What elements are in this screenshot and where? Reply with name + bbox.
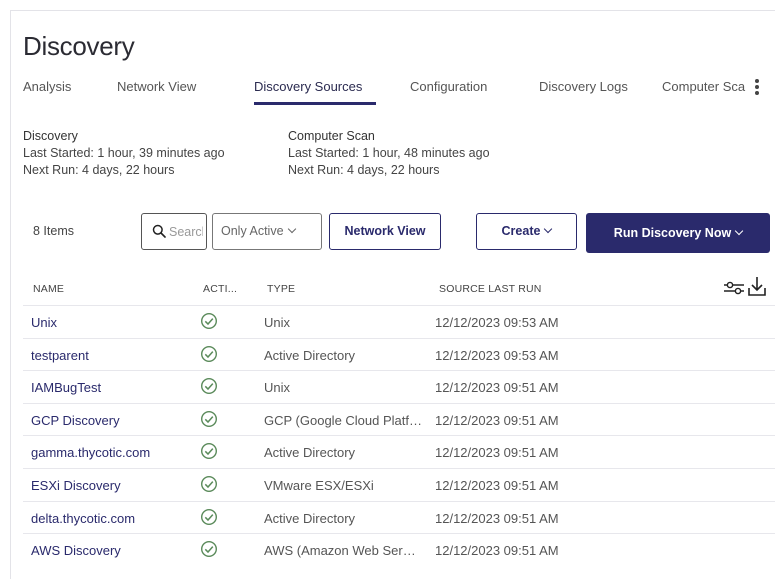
source-name-link[interactable]: AWS Discovery [31,543,121,558]
computer-scan-status-heading: Computer Scan [288,129,375,143]
kebab-vertical-icon[interactable] [752,77,762,97]
active-check-icon [200,378,218,395]
chevron-down-icon [734,226,744,236]
source-last-run: 12/12/2023 09:51 AM [435,477,559,493]
source-type: Active Directory [264,510,356,526]
run-discovery-now-label: Run Discovery Now [613,226,732,240]
table-tools [723,276,773,300]
active-tab-indicator [254,102,376,105]
discovery-status-heading: Discovery [23,129,78,143]
active-check-icon [200,410,218,427]
table-row[interactable]: delta.thycotic.com Active Directory 12/1… [23,500,775,534]
active-check-icon [200,345,218,362]
table-row[interactable]: Unix Unix 12/12/2023 09:53 AM [23,305,775,338]
tab-configuration[interactable]: Configuration [410,77,487,97]
source-name-link[interactable]: gamma.thycotic.com [31,445,150,460]
column-header-active[interactable]: ACTI... [203,283,237,295]
source-last-run: 12/12/2023 09:51 AM [435,510,559,526]
tab-network-view[interactable]: Network View [117,77,196,97]
discovery-next-run: Next Run: 4 days, 22 hours [23,163,175,177]
chevron-down-icon [544,224,553,234]
source-type: Active Directory [264,347,356,363]
source-name-link[interactable]: testparent [31,348,89,363]
source-last-run: 12/12/2023 09:51 AM [435,412,559,428]
active-check-icon [200,443,218,460]
tab-discovery-logs[interactable]: Discovery Logs [539,77,628,97]
column-header-name[interactable]: NAME [33,283,64,295]
source-name-link[interactable]: IAMBugTest [31,380,101,395]
source-type: AWS (Amazon Web Services) [264,543,422,559]
table-row[interactable]: testparent Active Directory 12/12/2023 0… [23,337,775,371]
computer-scan-last-started: Last Started: 1 hour, 48 minutes ago [288,146,490,160]
discovery-page: Discovery Analysis Network View Discover… [10,10,775,579]
computer-scan-next-run: Next Run: 4 days, 22 hours [288,163,440,177]
source-type: Unix [264,380,291,396]
column-settings-icon[interactable] [723,279,745,297]
item-count: 8 Items [33,224,74,238]
source-name-link[interactable]: ESXi Discovery [31,478,121,493]
search-input[interactable] [169,223,203,241]
column-header-type[interactable]: TYPE [267,283,295,295]
run-discovery-now-button[interactable]: Run Discovery Now [586,213,770,253]
table-row[interactable]: GCP Discovery GCP (Google Cloud Platform… [23,402,775,436]
discovery-status: Discovery Last Started: 1 hour, 39 minut… [23,128,225,179]
table-row[interactable]: gamma.thycotic.com Active Directory 12/1… [23,435,775,468]
source-last-run: 12/12/2023 09:53 AM [435,347,559,363]
source-type: Unix [264,315,291,330]
source-last-run: 12/12/2023 09:51 AM [435,543,559,559]
toolbar: 8 Items Only Active Network View Create … [11,203,775,253]
source-type: GCP (Google Cloud Platform) [264,412,422,428]
active-check-icon [200,508,218,525]
source-last-run: 12/12/2023 09:51 AM [435,445,559,461]
source-type: Active Directory [264,445,356,461]
source-name-link[interactable]: GCP Discovery [31,413,120,428]
table-header: NAME ACTI... TYPE SOURCE LAST RUN [11,275,775,305]
search-icon [152,224,166,238]
table-row[interactable]: IAMBugTest Unix 12/12/2023 09:51 AM [23,370,775,403]
active-check-icon [200,475,218,492]
discovery-last-started: Last Started: 1 hour, 39 minutes ago [23,146,225,160]
create-button-label: Create [501,224,541,238]
create-button[interactable]: Create [476,213,577,250]
active-check-icon [200,541,218,558]
source-last-run: 12/12/2023 09:53 AM [435,315,559,330]
source-name-link[interactable]: delta.thycotic.com [31,511,135,526]
source-name-link[interactable]: Unix [31,315,57,330]
search-box[interactable] [141,213,207,250]
source-type: VMware ESX/ESXi [264,477,374,493]
chevron-down-icon [287,224,296,234]
column-header-source-last-run[interactable]: SOURCE LAST RUN [439,283,542,295]
network-view-button-label: Network View [344,224,426,238]
tab-bar: Analysis Network View Discovery Sources … [23,77,763,107]
active-filter-select[interactable]: Only Active [212,213,322,250]
tab-computer-scan[interactable]: Computer Scan [662,77,746,97]
download-icon[interactable] [747,276,767,298]
tab-analysis[interactable]: Analysis [23,77,71,97]
page-title: Discovery [23,31,135,61]
table-row[interactable]: AWS Discovery AWS (Amazon Web Services) … [23,533,775,566]
source-last-run: 12/12/2023 09:51 AM [435,380,559,396]
computer-scan-status: Computer Scan Last Started: 1 hour, 48 m… [288,128,490,179]
network-view-button[interactable]: Network View [329,213,441,250]
active-check-icon [200,312,218,330]
active-filter-value: Only Active [221,224,284,238]
table-row[interactable]: ESXi Discovery VMware ESX/ESXi 12/12/202… [23,467,775,501]
sources-table-body: Unix Unix 12/12/2023 09:53 AM testparent… [23,305,775,566]
tab-discovery-sources[interactable]: Discovery Sources [254,77,362,97]
